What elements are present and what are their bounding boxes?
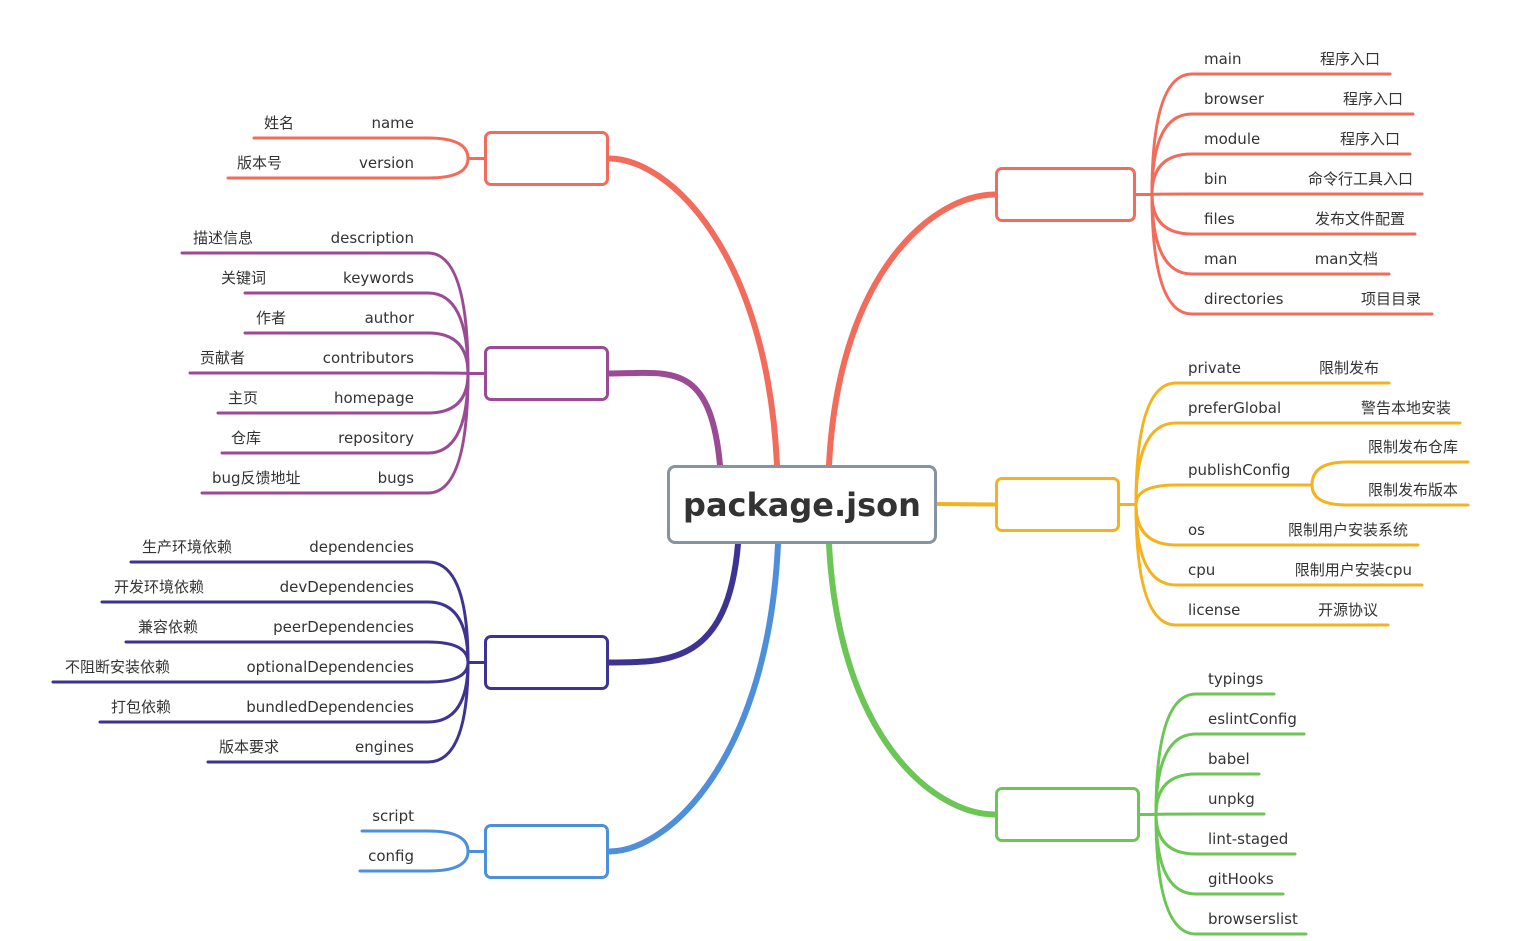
item-key-script[interactable]: script <box>372 807 414 825</box>
item-key-author[interactable]: author <box>365 309 414 327</box>
connector-thirdparty <box>826 541 998 818</box>
sub-item-label[interactable]: 限制发布仓库 <box>1368 438 1458 456</box>
connector-required <box>606 155 780 468</box>
topic-dependencies[interactable] <box>484 635 609 690</box>
item-key-version[interactable]: version <box>359 154 414 172</box>
item-key-repository[interactable]: repository <box>338 429 414 447</box>
item-desc[interactable]: 开源协议 <box>1318 601 1378 619</box>
item-key-directories[interactable]: directories <box>1204 290 1283 308</box>
item-key-typings[interactable]: typings <box>1208 670 1263 688</box>
branch-line <box>1134 483 1314 506</box>
branch-line <box>1150 192 1424 196</box>
topic-files[interactable] <box>995 167 1136 222</box>
item-desc[interactable]: 程序入口 <box>1320 50 1380 68</box>
connector-files <box>826 191 998 468</box>
item-desc[interactable]: 主页 <box>228 389 258 407</box>
item-desc[interactable]: bug反馈地址 <box>212 469 301 487</box>
item-desc[interactable]: 程序入口 <box>1343 90 1403 108</box>
item-desc[interactable]: 兼容依赖 <box>138 618 198 636</box>
item-desc[interactable]: 描述信息 <box>193 229 253 247</box>
item-key-preferGlobal[interactable]: preferGlobal <box>1188 399 1281 417</box>
item-desc[interactable]: 限制用户安装cpu <box>1295 561 1412 579</box>
connector-publish <box>935 502 997 507</box>
item-desc[interactable]: 贡献者 <box>200 349 245 367</box>
item-desc[interactable]: 生产环境依赖 <box>142 538 232 556</box>
topic-description[interactable] <box>484 346 609 401</box>
item-key-bin[interactable]: bin <box>1204 170 1227 188</box>
item-key-contributors[interactable]: contributors <box>323 349 414 367</box>
item-key-optionalDependencies[interactable]: optionalDependencies <box>246 658 414 676</box>
item-key-eslintConfig[interactable]: eslintConfig <box>1208 710 1297 728</box>
item-desc[interactable]: 发布文件配置 <box>1315 210 1405 228</box>
item-desc[interactable]: 开发环境依赖 <box>114 578 204 596</box>
topic-required[interactable] <box>484 131 609 186</box>
item-desc[interactable]: man文档 <box>1315 250 1378 268</box>
item-desc[interactable]: 版本号 <box>237 154 282 172</box>
item-key-unpkg[interactable]: unpkg <box>1208 790 1255 808</box>
item-key-devDependencies[interactable]: devDependencies <box>280 578 414 596</box>
item-desc[interactable]: 姓名 <box>264 114 294 132</box>
item-key-keywords[interactable]: keywords <box>343 269 414 287</box>
sub-item-label[interactable]: 限制发布版本 <box>1368 481 1458 499</box>
item-desc[interactable]: 版本要求 <box>219 738 279 756</box>
item-desc[interactable]: 关键词 <box>221 269 266 287</box>
item-key-bugs[interactable]: bugs <box>378 469 414 487</box>
item-key-browser[interactable]: browser <box>1204 90 1264 108</box>
item-key-babel[interactable]: babel <box>1208 750 1250 768</box>
item-key-license[interactable]: license <box>1188 601 1240 619</box>
item-key-name[interactable]: name <box>371 114 414 132</box>
topic-scripts[interactable] <box>484 824 609 879</box>
item-key-lint-staged[interactable]: lint-staged <box>1208 830 1288 848</box>
item-key-gitHooks[interactable]: gitHooks <box>1208 870 1274 888</box>
item-desc[interactable]: 不阻断安装依赖 <box>65 658 170 676</box>
item-key-description[interactable]: description <box>331 229 414 247</box>
item-key-man[interactable]: man <box>1204 250 1237 268</box>
item-desc[interactable]: 项目目录 <box>1361 290 1421 308</box>
item-key-bundledDependencies[interactable]: bundledDependencies <box>246 698 414 716</box>
item-desc[interactable]: 限制发布 <box>1319 359 1379 377</box>
item-key-peerDependencies[interactable]: peerDependencies <box>273 618 414 636</box>
root-topic[interactable]: package.json <box>667 465 937 544</box>
item-key-homepage[interactable]: homepage <box>334 389 414 407</box>
item-key-private[interactable]: private <box>1188 359 1241 377</box>
item-desc[interactable]: 限制用户安装系统 <box>1288 521 1408 539</box>
item-desc[interactable]: 作者 <box>256 309 286 327</box>
item-key-config[interactable]: config <box>368 847 414 865</box>
item-key-files[interactable]: files <box>1204 210 1235 228</box>
item-desc[interactable]: 打包依赖 <box>111 698 171 716</box>
item-key-module[interactable]: module <box>1204 130 1260 148</box>
item-desc[interactable]: 程序入口 <box>1340 130 1400 148</box>
connector-description <box>606 369 723 468</box>
connector-scripts <box>606 541 781 855</box>
item-desc[interactable]: 仓库 <box>231 429 261 447</box>
item-key-browserslist[interactable]: browserslist <box>1208 910 1298 928</box>
item-key-engines[interactable]: engines <box>355 738 414 756</box>
item-key-os[interactable]: os <box>1188 521 1205 539</box>
item-key-main[interactable]: main <box>1204 50 1241 68</box>
item-key-dependencies[interactable]: dependencies <box>309 538 414 556</box>
item-key-publishConfig[interactable]: publishConfig <box>1188 461 1290 479</box>
item-key-cpu[interactable]: cpu <box>1188 561 1215 579</box>
branch-line <box>1154 812 1266 816</box>
branch-line <box>188 371 470 375</box>
connector-dependencies <box>606 541 741 666</box>
topic-thirdparty[interactable] <box>995 787 1140 842</box>
item-desc[interactable]: 命令行工具入口 <box>1308 170 1413 188</box>
item-desc[interactable]: 警告本地安装 <box>1361 399 1451 417</box>
topic-publish[interactable] <box>995 477 1120 532</box>
